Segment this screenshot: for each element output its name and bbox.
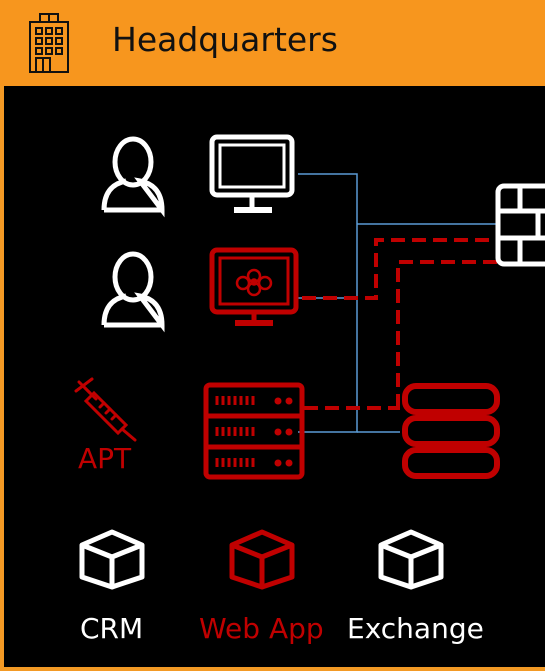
web-app-label: Web App xyxy=(199,612,324,645)
database-icon xyxy=(402,383,500,479)
crm-app-icon xyxy=(79,529,145,590)
firewall-icon xyxy=(495,183,545,267)
apt-label: APT xyxy=(78,442,132,475)
crm-label: CRM xyxy=(80,612,144,645)
exchange-app-icon xyxy=(378,529,444,590)
infected-monitor-icon xyxy=(209,247,299,326)
user-icon xyxy=(101,136,165,218)
monitor-icon xyxy=(209,134,295,213)
syringe-icon xyxy=(74,377,137,442)
attack-paths xyxy=(302,238,497,410)
network-diagram xyxy=(74,134,545,590)
web-app-icon xyxy=(229,529,295,590)
exchange-label: Exchange xyxy=(347,612,484,645)
server-rack-icon xyxy=(203,382,305,480)
user-icon xyxy=(101,251,165,333)
